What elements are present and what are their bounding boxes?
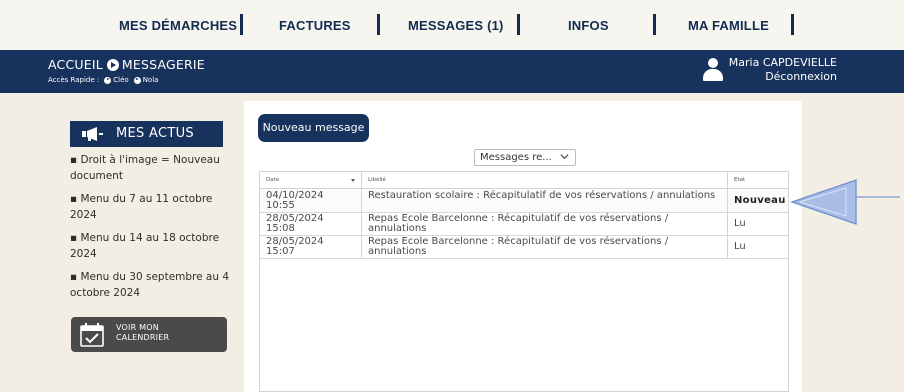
user-icon (703, 58, 723, 82)
row-label: Repas Ecole Barcelonne : Récapitulatif d… (368, 213, 669, 234)
circle-arrow-icon (104, 76, 112, 84)
chevron-down-icon (560, 154, 569, 160)
user-name: Maria CAPDEVIELLE (728, 56, 837, 69)
news-item[interactable]: ▪ Menu du 30 septembre au 4 octobre 2024 (70, 270, 230, 301)
nav-messages[interactable]: MESSAGES (1) (408, 18, 504, 33)
row-date: 28/05/2024 15:08 (266, 213, 324, 234)
table-row[interactable]: 28/05/2024 15:07 Repas Ecole Barcelonne … (260, 236, 788, 259)
filter-value: Messages re... (480, 152, 552, 163)
message-filter-select[interactable]: Messages re... (474, 149, 576, 166)
nav-ma-famille[interactable]: MA FAMILLE (688, 18, 769, 33)
breadcrumb-home[interactable]: ACCUEIL (48, 57, 103, 72)
column-divider (361, 172, 362, 258)
nav-separator (377, 14, 380, 35)
nav-separator (240, 14, 243, 35)
nav-infos[interactable]: INFOS (568, 18, 609, 33)
news-item[interactable]: ▪ Menu du 14 au 18 octobre 2024 (70, 231, 230, 262)
sort-down-icon[interactable] (351, 179, 355, 182)
row-state: Lu (734, 218, 746, 229)
circle-arrow-icon (133, 76, 141, 84)
column-date[interactable]: Date (266, 177, 279, 183)
nav-mes-demarches[interactable]: MES DÉMARCHES (119, 18, 237, 33)
calendar-check-icon (80, 323, 104, 347)
table-row[interactable]: 04/10/2024 10:55 Restauration scolaire :… (260, 190, 788, 213)
column-libelle[interactable]: Libellé (368, 177, 386, 183)
top-navigation: MES DÉMARCHES FACTURES MESSAGES (1) INFO… (0, 0, 904, 50)
calendar-button-line2: CALENDRIER (116, 333, 170, 342)
nav-factures[interactable]: FACTURES (279, 18, 351, 33)
quick-link-nola[interactable]: Nola (143, 76, 159, 84)
column-divider (727, 172, 728, 258)
nav-separator (517, 14, 520, 35)
calendar-button-line1: VOIR MON (116, 323, 159, 332)
arrow-left-icon (790, 179, 900, 225)
megaphone-icon (82, 127, 103, 141)
circle-arrow-icon (106, 58, 119, 71)
actus-header: MES ACTUS (70, 121, 223, 147)
quick-access-label: Accès Rapide : (48, 76, 100, 84)
nav-separator (791, 14, 794, 35)
row-label: Restauration scolaire : Récapitulatif de… (368, 190, 716, 201)
quick-access: Accès Rapide : Cléo Nola (48, 76, 158, 84)
nav-separator (653, 14, 656, 35)
quick-link-cleo[interactable]: Cléo (113, 76, 128, 84)
view-calendar-button[interactable]: VOIR MON CALENDRIER (71, 317, 227, 352)
row-date: 28/05/2024 15:07 (266, 236, 324, 257)
news-item[interactable]: ▪ Droit à l'image = Nouveau document (70, 153, 230, 184)
messages-table: Date Libellé Etat 04/10/2024 10:55 Resta… (259, 171, 789, 392)
new-message-button[interactable]: Nouveau message (258, 114, 369, 142)
header-bar: ACCUEIL MESSAGERIE Accès Rapide : Cléo Nola… (0, 50, 904, 93)
row-label: Repas Ecole Barcelonne : Récapitulatif d… (368, 236, 669, 257)
row-state: Lu (734, 241, 746, 252)
logout-link[interactable]: Déconnexion (765, 70, 837, 83)
table-header: Date Libellé Etat (260, 172, 788, 189)
actus-title: MES ACTUS (116, 126, 194, 141)
row-state: Nouveau (734, 195, 786, 206)
row-date: 04/10/2024 10:55 (266, 190, 324, 211)
column-etat[interactable]: Etat (734, 177, 745, 183)
breadcrumb-current: MESSAGERIE (121, 57, 205, 72)
news-item[interactable]: ▪ Menu du 7 au 11 octobre 2024 (70, 192, 230, 223)
breadcrumb: ACCUEIL MESSAGERIE (48, 56, 205, 72)
table-row[interactable]: 28/05/2024 15:08 Repas Ecole Barcelonne … (260, 213, 788, 236)
